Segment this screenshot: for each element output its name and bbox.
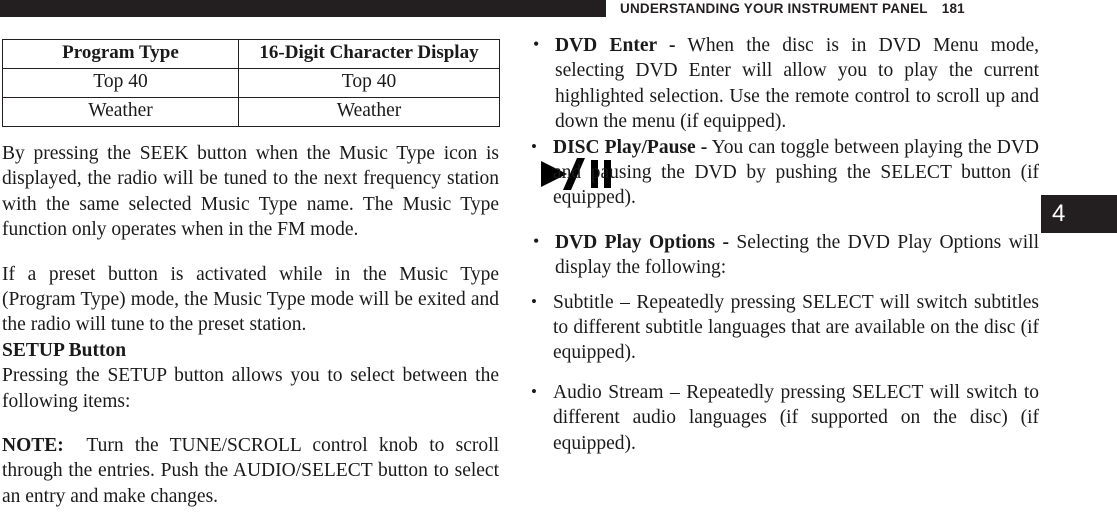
dvd-enter-bullet-list: DVD Enter - When the disc is in DVD Menu… (527, 32, 1039, 135)
right-column: DVD Enter - When the disc is in DVD Menu… (527, 32, 1039, 456)
bullet-lead-in: DVD Enter - (555, 35, 676, 56)
note-label: NOTE: (2, 435, 64, 457)
bullet-text: Subtitle – Repeatedly pressing SELECT wi… (553, 291, 1039, 364)
table-cell-character-display: Top 40 (238, 68, 500, 98)
dvd-play-options-bullet-list: DVD Play Options - Selecting the DVD Pla… (527, 229, 1039, 281)
table-row: Top 40 Top 40 (2, 68, 500, 98)
table-cell-program-type: Weather (2, 97, 239, 127)
bullet-text: Audio Stream – Repeatedly pressing SELEC… (553, 381, 1039, 454)
paragraph-seek-button: By pressing the SEEK button when the Mus… (2, 143, 499, 241)
table-row: Weather Weather (2, 97, 500, 127)
left-column: Program Type 16-Digit Character Display … (2, 39, 500, 509)
heading-setup-button: SETUP Button (2, 339, 127, 361)
table-cell-character-display: Weather (238, 97, 500, 127)
table-header-row: Program Type 16-Digit Character Display (2, 39, 500, 69)
bullet-lead-in: DISC Play/Pause - (553, 136, 708, 158)
list-item: DVD Play Options - Selecting the DVD Pla… (527, 229, 1039, 281)
list-item: Audio Stream – Repeatedly pressing SELEC… (527, 379, 1039, 456)
page-number: 181 (941, 1, 965, 16)
program-type-table: Program Type 16-Digit Character Display … (2, 39, 500, 127)
chapter-tab-number: 4 (1052, 200, 1066, 227)
paragraph-setup-button: Pressing the SETUP button allows you to … (2, 365, 499, 412)
disc-play-pause-bullet-list: DISC Play/Pause - You can toggle between… (527, 134, 1039, 211)
table-cell-program-type: Top 40 (2, 68, 239, 98)
chapter-tab: 4 (1041, 195, 1117, 233)
list-item: Subtitle – Repeatedly pressing SELECT wi… (527, 289, 1039, 366)
bullet-lead-in: DVD Play Options - (555, 231, 729, 253)
table-header-character-display: 16-Digit Character Display (238, 39, 500, 69)
header-title-text: UNDERSTANDING YOUR INSTRUMENT PANEL (620, 1, 928, 16)
list-item: DVD Enter - When the disc is in DVD Menu… (527, 32, 1039, 135)
note-spacer (64, 435, 87, 456)
paragraph-preset-button: If a preset button is activated while in… (2, 263, 499, 336)
note-block: NOTE: Turn the TUNE/SCROLL control knob … (2, 433, 499, 509)
dvd-play-options-sub-list: Subtitle – Repeatedly pressing SELECT wi… (527, 289, 1039, 456)
header-black-bar (0, 0, 606, 17)
running-header: UNDERSTANDING YOUR INSTRUMENT PANEL 181 (620, 0, 965, 17)
list-item: DISC Play/Pause - You can toggle between… (527, 134, 1039, 211)
table-header-program-type: Program Type (2, 39, 239, 69)
